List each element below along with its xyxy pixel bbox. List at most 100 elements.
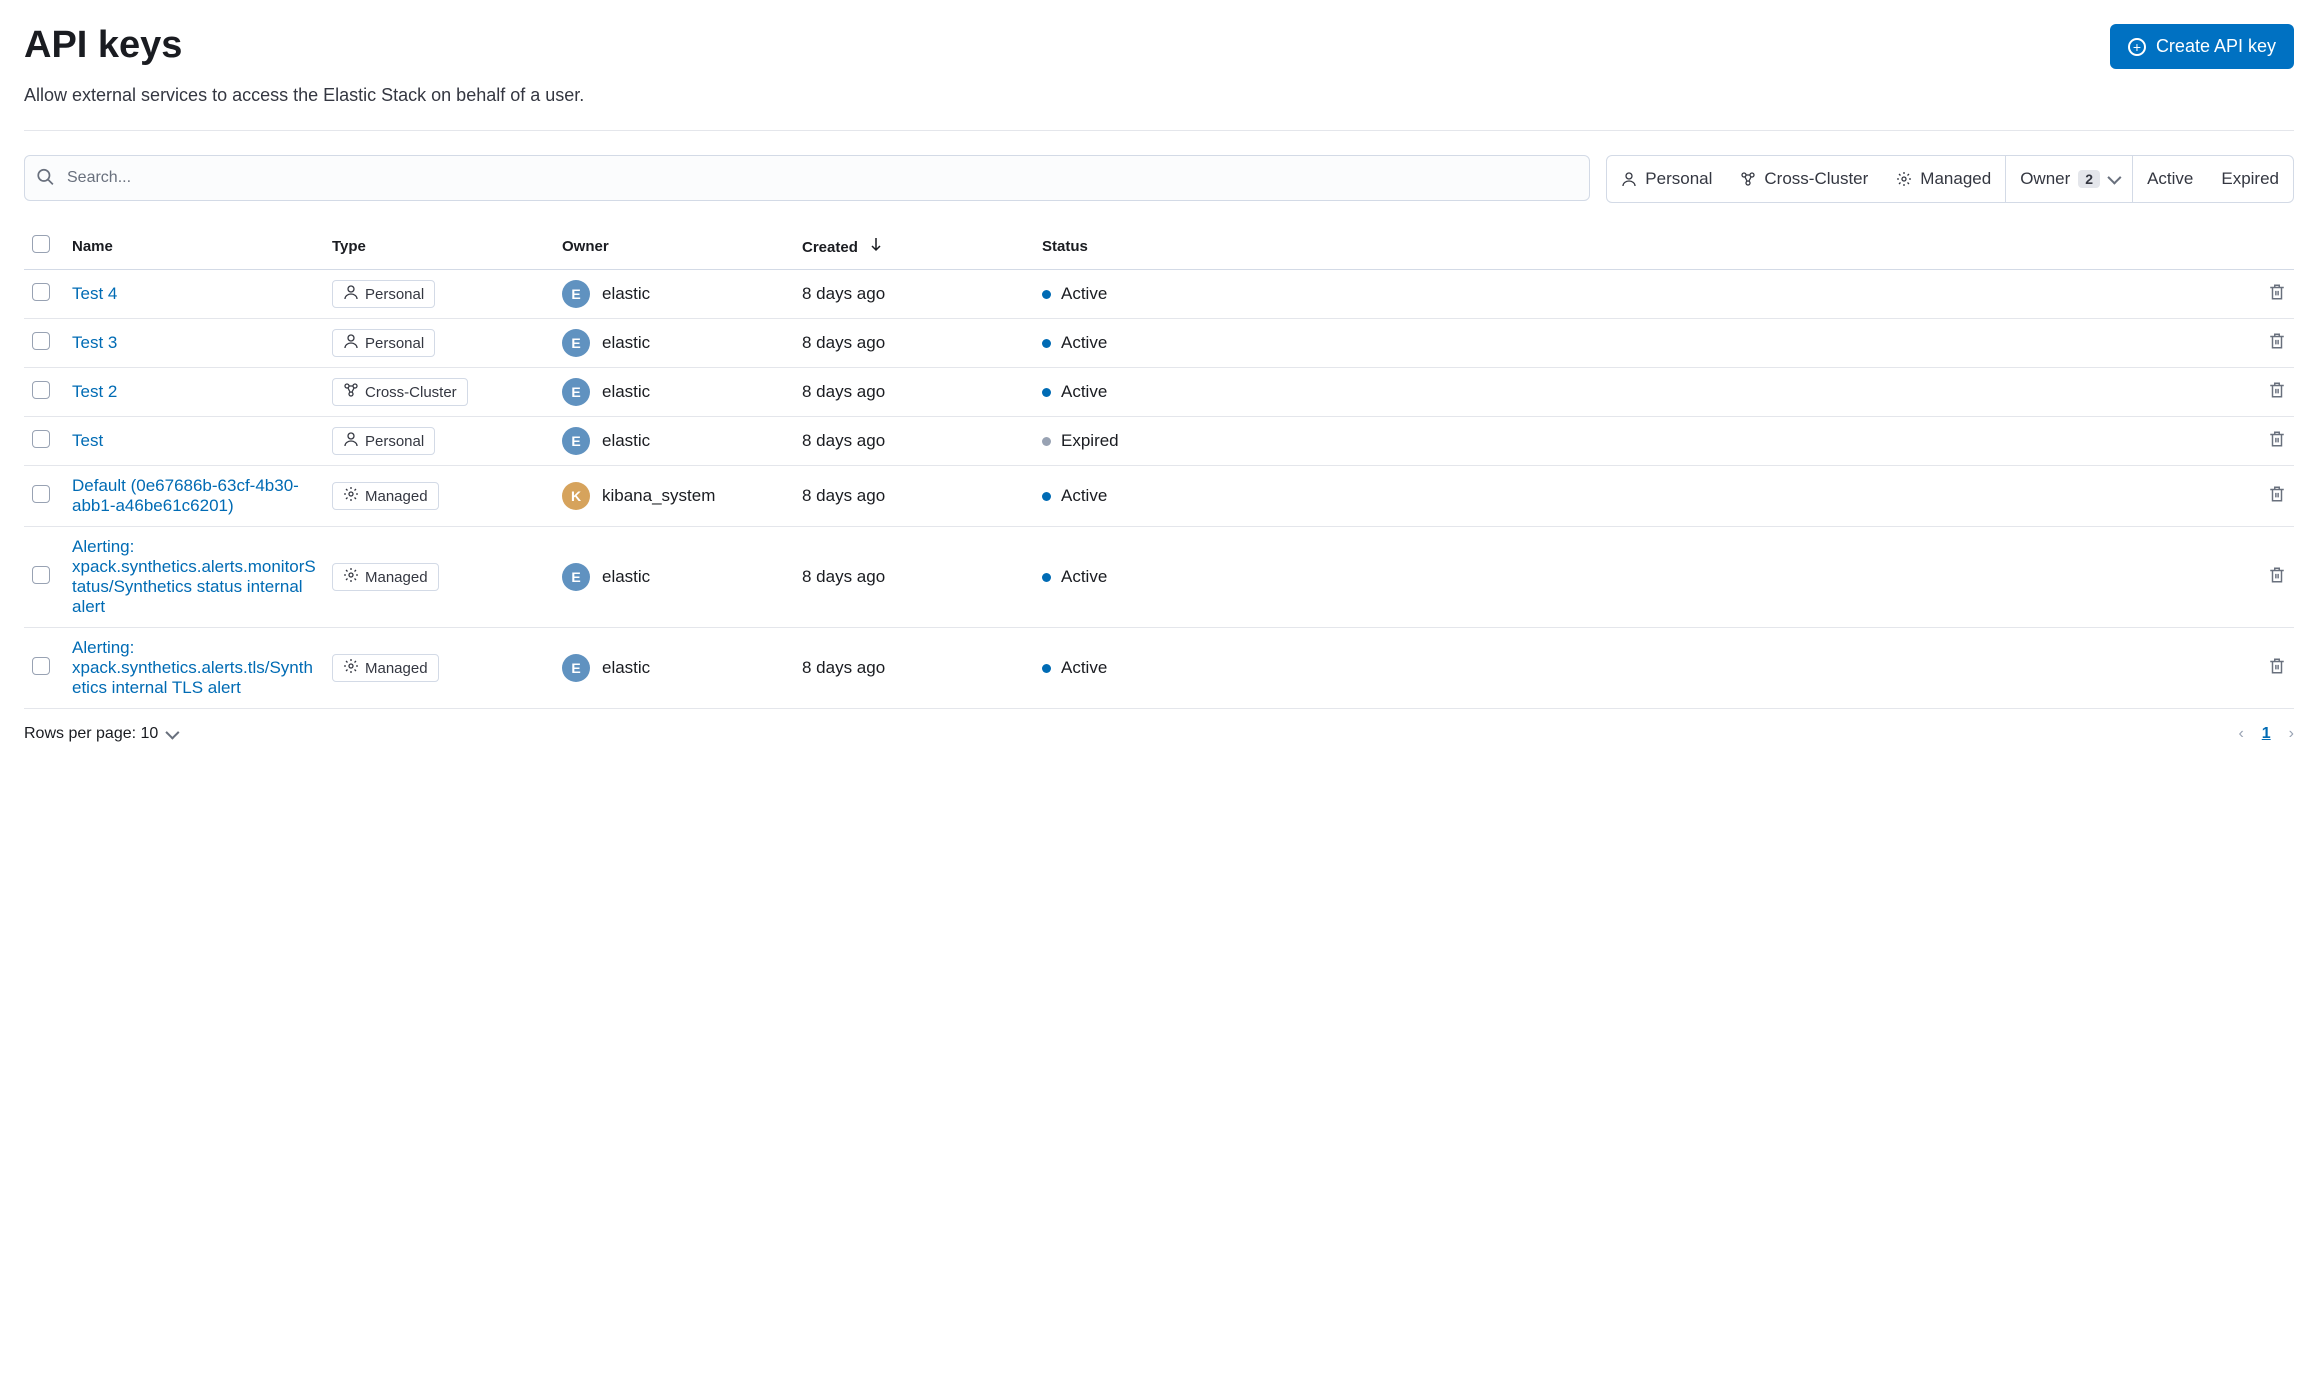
- type-badge: Personal: [332, 329, 435, 357]
- table-row: Alerting: xpack.synthetics.alerts.monito…: [24, 527, 2294, 628]
- filter-owner[interactable]: Owner 2: [2005, 156, 2133, 202]
- owner-name: kibana_system: [602, 486, 715, 506]
- gear-icon: [343, 567, 359, 587]
- delete-button[interactable]: [2268, 569, 2286, 588]
- status-badge: Active: [1042, 658, 1107, 678]
- page-title: API keys: [24, 24, 182, 67]
- status-dot-icon: [1042, 664, 1051, 673]
- status-dot-icon: [1042, 339, 1051, 348]
- avatar: E: [562, 654, 590, 682]
- table-row: Test 2Cross-ClusterEelastic8 days agoAct…: [24, 368, 2294, 417]
- page-number-1[interactable]: 1: [2262, 725, 2271, 743]
- status-dot-icon: [1042, 388, 1051, 397]
- status-badge: Active: [1042, 382, 1107, 402]
- filter-managed[interactable]: Managed: [1882, 156, 2005, 202]
- column-header-type[interactable]: Type: [324, 223, 554, 270]
- status-dot-icon: [1042, 492, 1051, 501]
- pagination: ‹ 1 ›: [2238, 725, 2294, 743]
- owner-count-badge: 2: [2078, 170, 2100, 188]
- avatar: K: [562, 482, 590, 510]
- user-icon: [1621, 171, 1637, 187]
- row-checkbox[interactable]: [32, 657, 50, 675]
- owner-name: elastic: [602, 333, 650, 353]
- created-time: 8 days ago: [802, 567, 885, 586]
- column-header-created[interactable]: Created: [794, 223, 1034, 270]
- delete-button[interactable]: [2268, 488, 2286, 507]
- rows-per-page-selector[interactable]: Rows per page: 10: [24, 725, 176, 743]
- user-icon: [343, 333, 359, 353]
- api-key-name-link[interactable]: Test 3: [72, 333, 117, 352]
- api-key-name-link[interactable]: Test 2: [72, 382, 117, 401]
- filter-personal[interactable]: Personal: [1607, 156, 1726, 202]
- type-badge: Cross-Cluster: [332, 378, 468, 406]
- gear-icon: [343, 486, 359, 506]
- type-badge: Personal: [332, 427, 435, 455]
- avatar: E: [562, 563, 590, 591]
- status-badge: Expired: [1042, 431, 1119, 451]
- created-time: 8 days ago: [802, 486, 885, 505]
- table-row: Alerting: xpack.synthetics.alerts.tls/Sy…: [24, 628, 2294, 709]
- delete-button[interactable]: [2268, 335, 2286, 354]
- created-time: 8 days ago: [802, 284, 885, 303]
- api-key-name-link[interactable]: Test: [72, 431, 103, 450]
- created-time: 8 days ago: [802, 333, 885, 352]
- api-key-name-link[interactable]: Alerting: xpack.synthetics.alerts.tls/Sy…: [72, 638, 313, 697]
- delete-button[interactable]: [2268, 384, 2286, 403]
- status-badge: Active: [1042, 486, 1107, 506]
- owner-name: elastic: [602, 431, 650, 451]
- create-api-key-button[interactable]: + Create API key: [2110, 24, 2294, 69]
- user-icon: [343, 284, 359, 304]
- table-row: Test Personal Eelastic 8 days ago Expired: [24, 417, 2294, 466]
- prev-page-button[interactable]: ‹: [2238, 725, 2243, 743]
- row-checkbox[interactable]: [32, 283, 50, 301]
- status-badge: Active: [1042, 284, 1107, 304]
- owner-name: elastic: [602, 284, 650, 304]
- api-keys-table: Name Type Owner Created Status Test 4 Per…: [24, 223, 2294, 709]
- avatar: E: [562, 280, 590, 308]
- filter-expired[interactable]: Expired: [2207, 156, 2293, 202]
- api-key-name-link[interactable]: Default (0e67686b-63cf-4b30-abb1-a46be61…: [72, 476, 299, 515]
- avatar: E: [562, 427, 590, 455]
- api-key-name-link[interactable]: Alerting: xpack.synthetics.alerts.monito…: [72, 537, 316, 616]
- status-dot-icon: [1042, 290, 1051, 299]
- filter-bar: Personal Cross-Cluster Managed Owner 2 A…: [1606, 155, 2294, 203]
- delete-button[interactable]: [2268, 660, 2286, 679]
- delete-button[interactable]: [2268, 286, 2286, 305]
- status-badge: Active: [1042, 333, 1107, 353]
- search-input[interactable]: [24, 155, 1590, 201]
- next-page-button[interactable]: ›: [2289, 725, 2294, 743]
- created-time: 8 days ago: [802, 382, 885, 401]
- chevron-down-icon: [166, 726, 180, 740]
- avatar: E: [562, 329, 590, 357]
- plus-circle-icon: +: [2128, 38, 2146, 56]
- filter-active[interactable]: Active: [2133, 156, 2207, 202]
- avatar: E: [562, 378, 590, 406]
- delete-button[interactable]: [2268, 433, 2286, 452]
- type-badge: Managed: [332, 654, 439, 682]
- row-checkbox[interactable]: [32, 430, 50, 448]
- user-icon: [343, 431, 359, 451]
- owner-name: elastic: [602, 567, 650, 587]
- row-checkbox[interactable]: [32, 381, 50, 399]
- row-checkbox[interactable]: [32, 485, 50, 503]
- gear-icon: [1896, 171, 1912, 187]
- type-badge: Managed: [332, 563, 439, 591]
- table-row: Default (0e67686b-63cf-4b30-abb1-a46be61…: [24, 466, 2294, 527]
- cluster-icon: [343, 382, 359, 402]
- table-row: Test 3 Personal Eelastic 8 days ago Active: [24, 319, 2294, 368]
- row-checkbox[interactable]: [32, 566, 50, 584]
- sort-descending-icon: [868, 236, 884, 256]
- type-badge: Managed: [332, 482, 439, 510]
- created-time: 8 days ago: [802, 431, 885, 450]
- column-header-owner[interactable]: Owner: [554, 223, 794, 270]
- search-icon: [36, 168, 54, 191]
- chevron-down-icon: [2107, 171, 2121, 185]
- row-checkbox[interactable]: [32, 332, 50, 350]
- column-header-name[interactable]: Name: [64, 223, 324, 270]
- select-all-checkbox[interactable]: [32, 235, 50, 253]
- filter-cross-cluster[interactable]: Cross-Cluster: [1726, 156, 1882, 202]
- gear-icon: [343, 658, 359, 678]
- status-dot-icon: [1042, 437, 1051, 446]
- api-key-name-link[interactable]: Test 4: [72, 284, 117, 303]
- column-header-status[interactable]: Status: [1034, 223, 2246, 270]
